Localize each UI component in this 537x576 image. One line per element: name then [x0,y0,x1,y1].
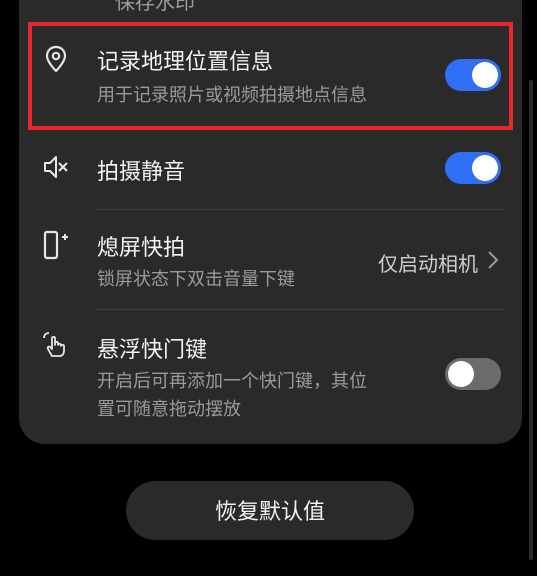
divider [96,309,504,310]
floating-shutter-toggle[interactable] [445,358,501,390]
setting-title: 熄屏快拍 [97,236,186,261]
highlight-box [28,22,513,130]
setting-row-screen-off-snapshot[interactable]: 熄屏快拍 锁屏状态下双击音量下键 仅启动相机 [19,224,522,296]
divider [96,209,504,210]
toggle-knob [472,155,498,181]
mute-speaker-icon [44,156,68,178]
cut-off-setting-label: 保存水印 [115,0,195,14]
scrollbar[interactable] [529,80,533,560]
setting-title: 悬浮快门键 [97,338,208,363]
toggle-knob [448,361,474,387]
mute-toggle[interactable] [445,152,501,184]
setting-title: 拍摄静音 [97,160,186,185]
reset-defaults-button[interactable]: 恢复默认值 [126,481,414,540]
screen-off-snapshot-icon [43,230,68,260]
touch-hand-icon [43,332,65,357]
chevron-right-icon [488,251,499,269]
setting-value: 仅启动相机 [378,252,478,276]
setting-subtitle: 锁屏状态下双击音量下键 [97,269,295,290]
setting-subtitle-line1: 开启后可再添加一个快门键，其位 [97,371,367,392]
setting-row-floating-shutter[interactable]: 悬浮快门键 开启后可再添加一个快门键，其位 置可随意拖动摆放 [19,326,522,426]
setting-subtitle-line2: 置可随意拖动摆放 [97,399,241,420]
setting-row-mute[interactable]: 拍摄静音 [19,148,522,188]
